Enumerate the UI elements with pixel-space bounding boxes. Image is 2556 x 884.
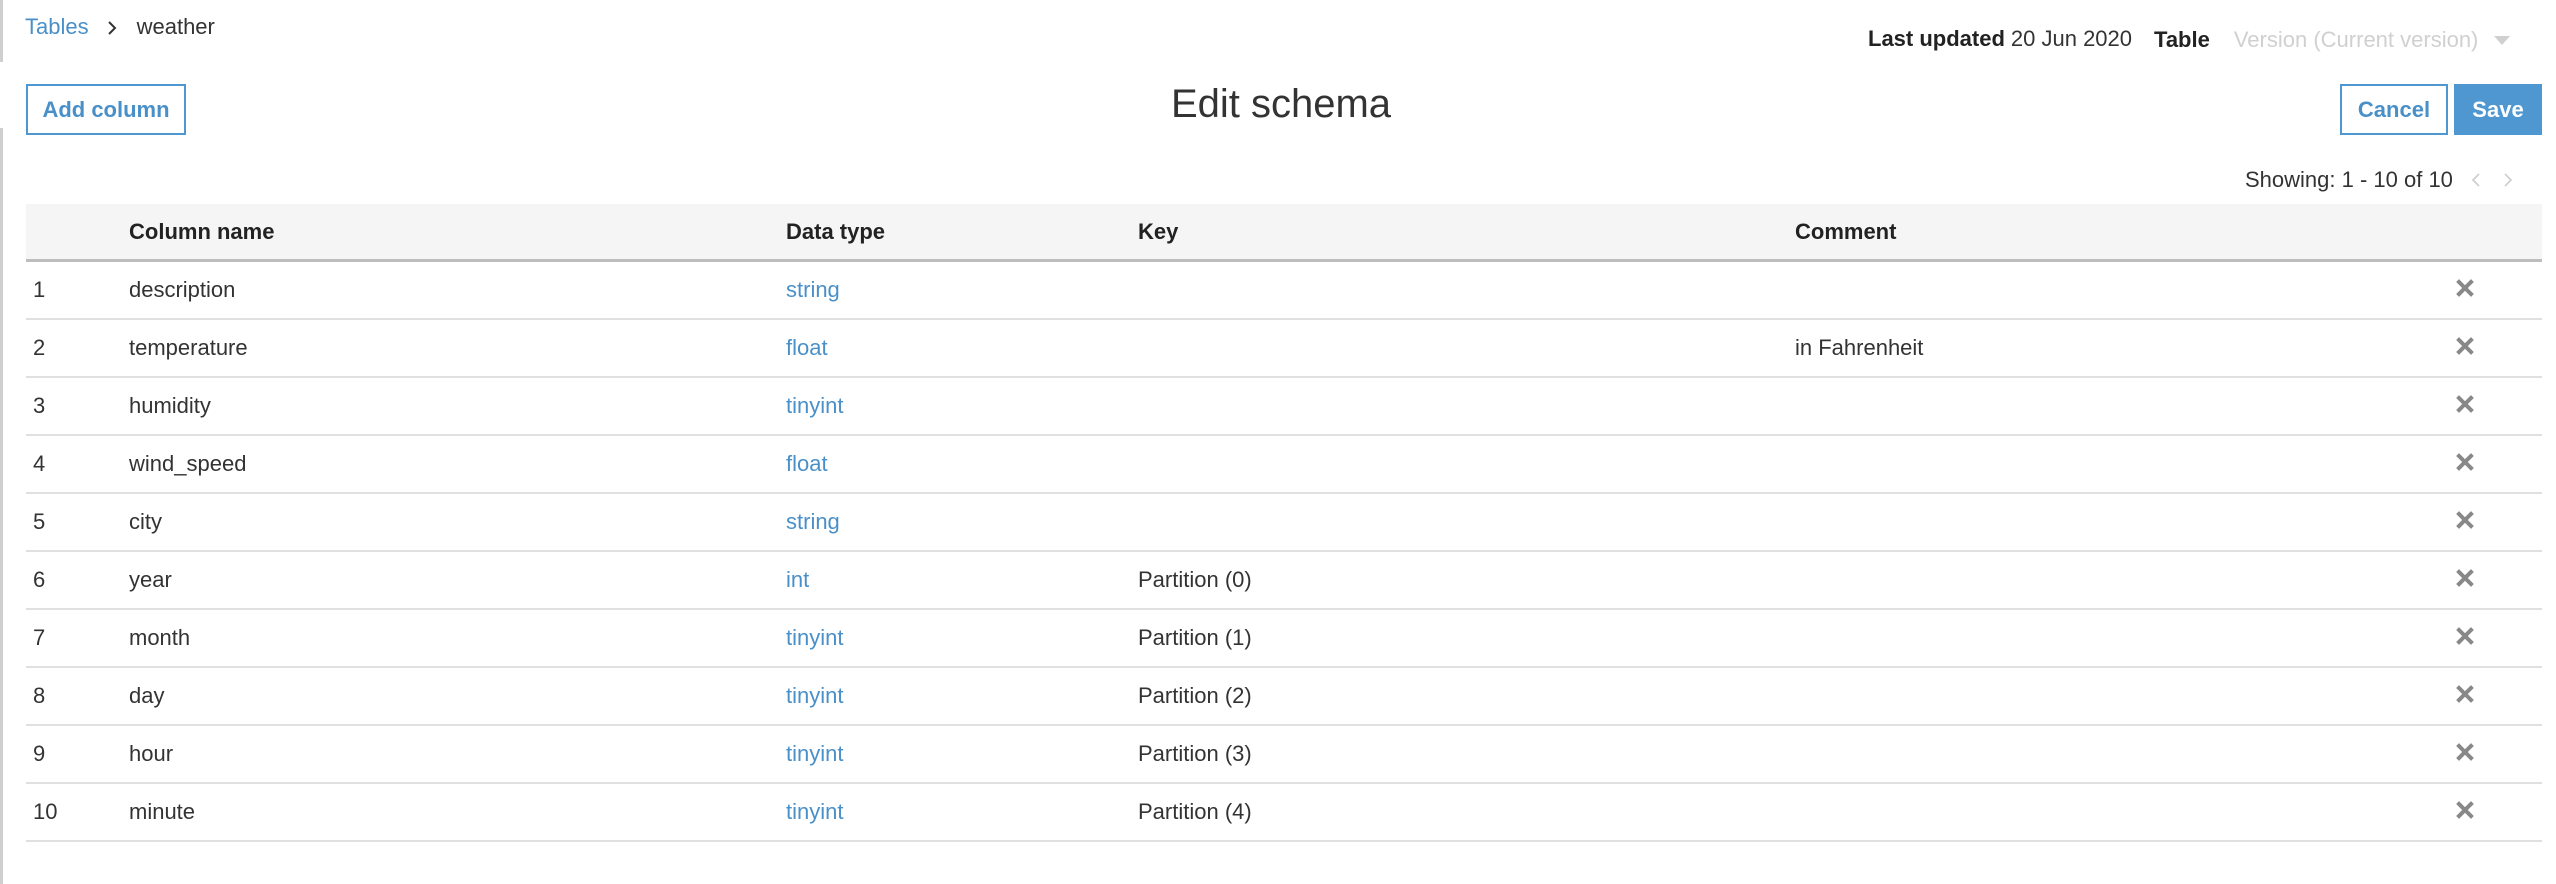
header-index [26, 204, 129, 262]
chevron-right-icon [107, 13, 117, 41]
column-name-cell[interactable]: year [129, 551, 786, 610]
key-cell[interactable] [1138, 377, 1795, 436]
key-cell[interactable]: Partition (3) [1138, 725, 1795, 784]
caret-down-icon [2494, 35, 2511, 45]
row-index: 2 [26, 319, 129, 378]
breadcrumb: Tables weather [25, 13, 215, 41]
comment-cell[interactable] [1795, 435, 2395, 494]
header-data-type: Data type [786, 204, 1138, 262]
close-icon[interactable] [2455, 800, 2475, 820]
row-index: 9 [26, 725, 129, 784]
column-name-cell[interactable]: minute [129, 783, 786, 842]
key-cell[interactable] [1138, 493, 1795, 552]
row-index: 4 [26, 435, 129, 494]
table-row: 1 description string [26, 260, 2542, 320]
table-row: 7 month tinyint Partition (1) [26, 609, 2542, 668]
last-updated-value: 20 Jun 2020 [2010, 26, 2133, 51]
close-icon[interactable] [2455, 684, 2475, 704]
last-updated-label: Last updated [1868, 26, 2005, 51]
data-type-link[interactable]: float [786, 451, 828, 476]
key-cell[interactable] [1138, 435, 1795, 494]
key-cell[interactable]: Partition (2) [1138, 667, 1795, 726]
data-type-link[interactable]: tinyint [786, 741, 843, 766]
breadcrumb-link-tables[interactable]: Tables [25, 13, 89, 41]
row-index: 3 [26, 377, 129, 436]
table-row: 5 city string [26, 493, 2542, 552]
row-index: 5 [26, 493, 129, 552]
data-type-link[interactable]: string [786, 277, 840, 302]
close-icon[interactable] [2455, 452, 2475, 472]
column-name-cell[interactable]: description [129, 260, 786, 320]
close-icon[interactable] [2455, 336, 2475, 356]
column-name-cell[interactable]: humidity [129, 377, 786, 436]
comment-cell[interactable] [1795, 493, 2395, 552]
comment-cell[interactable] [1795, 551, 2395, 610]
table-row: 3 humidity tinyint [26, 377, 2542, 436]
column-name-cell[interactable]: city [129, 493, 786, 552]
pagination-status: Showing: 1 - 10 of 10 [2245, 167, 2453, 192]
data-type-link[interactable]: tinyint [786, 683, 843, 708]
left-border [0, 128, 3, 884]
close-icon[interactable] [2455, 394, 2475, 414]
header-key: Key [1138, 204, 1795, 262]
close-icon[interactable] [2455, 278, 2475, 298]
table-row: 4 wind_speed float [26, 435, 2542, 494]
left-border [0, 0, 3, 62]
chevron-right-icon[interactable] [2499, 166, 2517, 194]
data-type-link[interactable]: tinyint [786, 625, 843, 650]
column-name-cell[interactable]: wind_speed [129, 435, 786, 494]
pagination: Showing: 1 - 10 of 10 [2245, 166, 2517, 194]
comment-cell[interactable] [1795, 609, 2395, 668]
table-row: 8 day tinyint Partition (2) [26, 667, 2542, 726]
row-index: 10 [26, 783, 129, 842]
chevron-left-icon[interactable] [2467, 166, 2485, 194]
close-icon[interactable] [2455, 510, 2475, 530]
key-cell[interactable]: Partition (1) [1138, 609, 1795, 668]
comment-cell[interactable] [1795, 783, 2395, 842]
header-actions [2395, 204, 2542, 262]
data-type-link[interactable]: string [786, 509, 840, 534]
data-type-link[interactable]: int [786, 567, 809, 592]
comment-cell[interactable] [1795, 260, 2395, 320]
comment-cell[interactable] [1795, 667, 2395, 726]
comment-cell[interactable] [1795, 725, 2395, 784]
key-cell[interactable] [1138, 260, 1795, 320]
data-type-link[interactable]: tinyint [786, 799, 843, 824]
comment-cell[interactable]: in Fahrenheit [1795, 319, 2395, 378]
column-name-cell[interactable]: hour [129, 725, 786, 784]
version-select-value: Version (Current version) [2233, 27, 2479, 52]
row-index: 7 [26, 609, 129, 668]
key-cell[interactable] [1138, 319, 1795, 378]
header-comment: Comment [1795, 204, 2395, 262]
save-button[interactable]: Save [2454, 84, 2542, 135]
comment-cell[interactable] [1795, 377, 2395, 436]
table-row: 2 temperature float in Fahrenheit [26, 319, 2542, 378]
version-select[interactable]: Version (Current version) [2234, 26, 2511, 54]
column-name-cell[interactable]: month [129, 609, 786, 668]
row-index: 1 [26, 260, 129, 320]
close-icon[interactable] [2455, 568, 2475, 588]
row-index: 8 [26, 667, 129, 726]
table-row: 9 hour tinyint Partition (3) [26, 725, 2542, 784]
key-cell[interactable]: Partition (0) [1138, 551, 1795, 610]
column-name-cell[interactable]: temperature [129, 319, 786, 378]
row-index: 6 [26, 551, 129, 610]
table-header-row: Column name Data type Key Comment [26, 204, 2542, 262]
cancel-button[interactable]: Cancel [2340, 84, 2448, 135]
schema-table: Column name Data type Key Comment 1 descr… [26, 204, 2542, 842]
table-row: 10 minute tinyint Partition (4) [26, 783, 2542, 842]
column-name-cell[interactable]: day [129, 667, 786, 726]
table-label: Table [2154, 27, 2210, 52]
key-cell[interactable]: Partition (4) [1138, 783, 1795, 842]
table-row: 6 year int Partition (0) [26, 551, 2542, 610]
data-type-link[interactable]: tinyint [786, 393, 843, 418]
close-icon[interactable] [2455, 742, 2475, 762]
page-title: Edit schema [1170, 82, 1392, 126]
breadcrumb-current: weather [136, 14, 215, 39]
header-column-name: Column name [129, 204, 786, 262]
close-icon[interactable] [2455, 626, 2475, 646]
data-type-link[interactable]: float [786, 335, 828, 360]
table-meta: Last updated 20 Jun 2020 Table Version (… [1868, 24, 2511, 54]
